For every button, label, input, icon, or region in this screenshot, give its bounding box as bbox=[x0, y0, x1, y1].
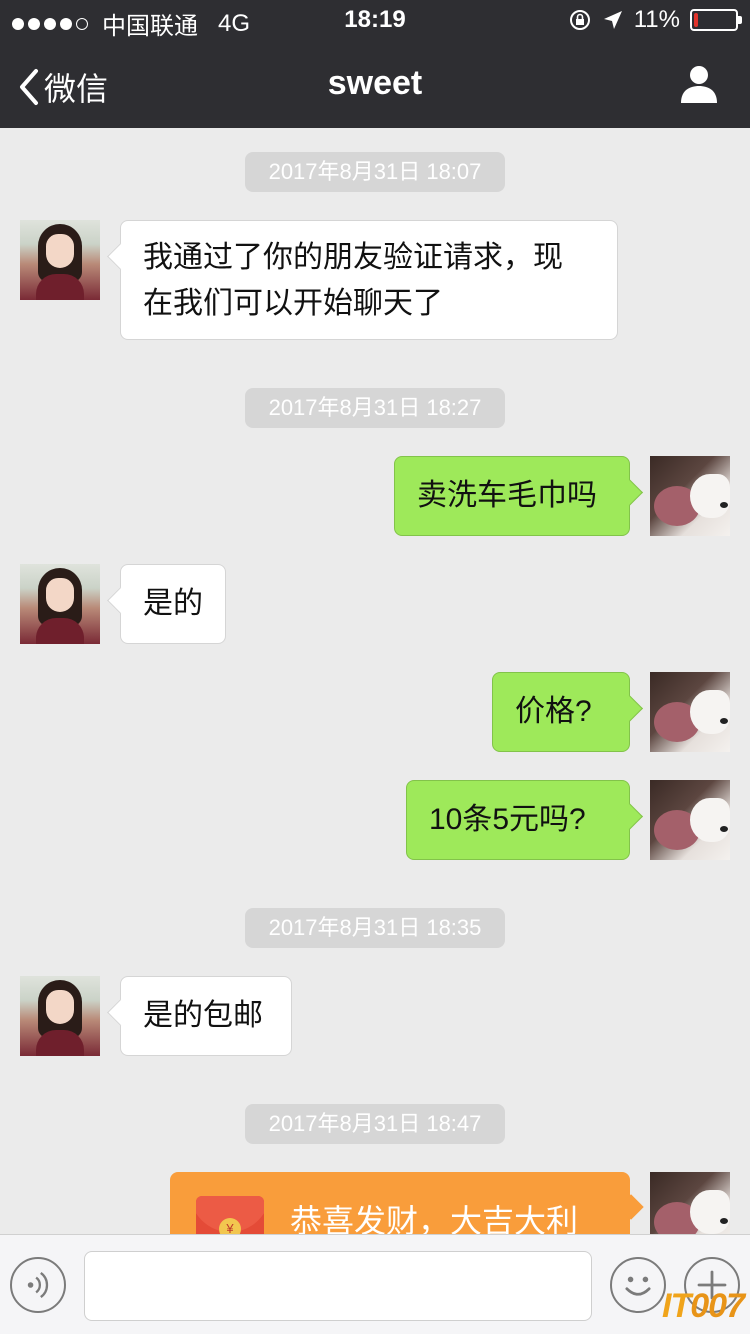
message-timestamp: 2017年8月31日 18:35 bbox=[245, 908, 505, 948]
top-bar: 中国联通 4G 18:19 11% 微信 sweet bbox=[0, 0, 750, 128]
voice-icon[interactable] bbox=[10, 1257, 66, 1313]
red-packet-message[interactable]: ¥ 恭喜发财，大吉大利 bbox=[170, 1172, 630, 1234]
contact-avatar[interactable] bbox=[20, 220, 100, 300]
orientation-lock-icon bbox=[569, 10, 590, 30]
message-bubble-outgoing[interactable]: 价格? bbox=[492, 672, 630, 752]
battery-icon bbox=[690, 9, 742, 31]
message-timestamp: 2017年8月31日 18:27 bbox=[245, 388, 505, 428]
my-avatar[interactable] bbox=[650, 780, 730, 860]
message-text-line: 我通过了你的朋友验证请求，现 bbox=[143, 241, 563, 274]
message-bubble-incoming[interactable]: 是的 bbox=[120, 564, 226, 644]
status-right-group: 11% bbox=[568, 6, 742, 34]
my-avatar[interactable] bbox=[650, 456, 730, 536]
red-packet-text: 恭喜发财，大吉大利 bbox=[290, 1203, 579, 1234]
message-bubble-outgoing[interactable]: 卖洗车毛巾吗 bbox=[394, 456, 630, 536]
battery-percent: 11% bbox=[633, 6, 680, 33]
nav-bar: 微信 sweet bbox=[0, 40, 750, 128]
location-arrow-icon bbox=[603, 11, 622, 29]
message-text: 10条5元吗? bbox=[429, 803, 586, 836]
message-timestamp: 2017年8月31日 18:47 bbox=[245, 1104, 505, 1144]
my-avatar[interactable] bbox=[650, 672, 730, 752]
message-text-line: 在我们可以开始聊天了 bbox=[143, 287, 443, 320]
input-bar: IT007 bbox=[0, 1234, 750, 1334]
message-input[interactable] bbox=[84, 1251, 592, 1321]
message-text: 是的 bbox=[143, 587, 203, 620]
message-text: 价格? bbox=[515, 695, 592, 728]
coin-icon: ¥ bbox=[219, 1218, 241, 1234]
site-watermark-logo: IT007 bbox=[662, 1287, 745, 1325]
contact-avatar[interactable] bbox=[20, 976, 100, 1056]
message-timestamp: 2017年8月31日 18:07 bbox=[245, 152, 505, 192]
red-envelope-icon: ¥ bbox=[196, 1196, 264, 1234]
chat-area[interactable]: 2017年8月31日 18:07 我通过了你的朋友验证请求，现 在我们可以开始聊… bbox=[0, 128, 750, 1234]
emoji-icon[interactable] bbox=[610, 1257, 666, 1313]
message-bubble-incoming[interactable]: 是的包邮 bbox=[120, 976, 292, 1056]
person-icon[interactable] bbox=[678, 62, 720, 104]
my-avatar[interactable] bbox=[650, 1172, 730, 1234]
contact-avatar[interactable] bbox=[20, 564, 100, 644]
message-bubble-outgoing[interactable]: 10条5元吗? bbox=[406, 780, 630, 860]
status-bar: 中国联通 4G 18:19 11% bbox=[0, 0, 750, 40]
message-bubble-incoming[interactable]: 我通过了你的朋友验证请求，现 在我们可以开始聊天了 bbox=[120, 220, 618, 340]
message-text: 卖洗车毛巾吗 bbox=[417, 479, 597, 512]
chat-title: sweet bbox=[327, 64, 423, 102]
message-text: 是的包邮 bbox=[143, 999, 263, 1032]
